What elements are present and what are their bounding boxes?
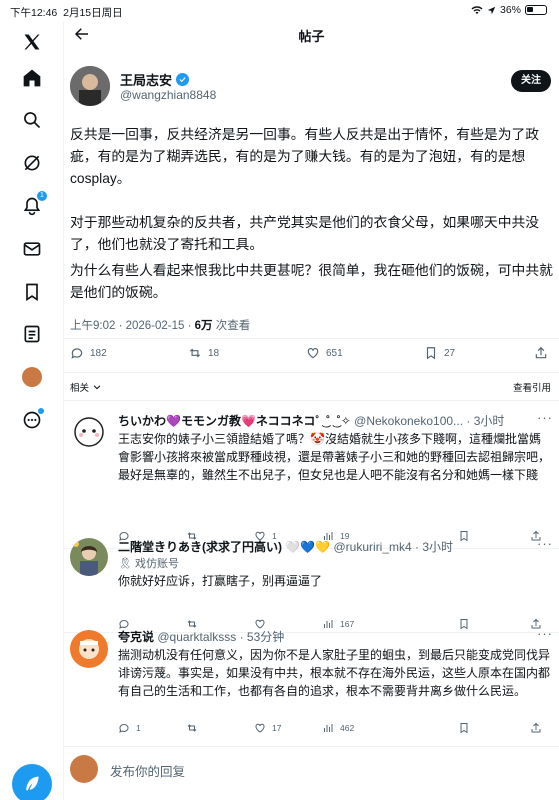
status-bar: 下午12:46 2月15日周日 36%: [0, 0, 559, 22]
reply-text: 揣测动机没有任何意义，因为你不是人家肚子里的蛔虫，到最后只能变成党同伐异诽谤污蔑…: [118, 648, 551, 698]
reply-icon: [71, 348, 83, 359]
author-name[interactable]: 王局志安: [120, 70, 190, 89]
reply-author-handle[interactable]: @Nekokoneko100... · 3小时: [354, 414, 504, 428]
reply-item[interactable]: 夸克说 @quarktalksss · 53分钟 ··· 揣测动机没有任何意义，…: [64, 626, 559, 740]
reply-author-handle[interactable]: @rukuriri_mk4 · 3小时: [334, 540, 454, 554]
reply-button[interactable]: 1: [118, 722, 141, 734]
reply-author-name[interactable]: 夸克说: [118, 630, 154, 644]
profile-avatar[interactable]: [20, 365, 44, 389]
post-paragraph: 对于那些动机复杂的反共者，共产党其实是他们的衣食父母，如果哪天中共没了，他们也就…: [70, 215, 540, 252]
my-avatar: [70, 755, 98, 783]
bookmark-icon: [426, 347, 436, 360]
repost-button[interactable]: 18: [188, 346, 219, 360]
heart-icon: [307, 348, 319, 359]
repost-button[interactable]: [186, 722, 204, 734]
reply-author-handle[interactable]: @quarktalksss · 53分钟: [157, 630, 284, 644]
more-menu-icon[interactable]: ···: [537, 410, 553, 425]
side-nav: 1: [0, 22, 64, 800]
reply-text: 你就好好应诉，打赢瞎子，别再逼逼了: [118, 574, 323, 588]
reply-avatar[interactable]: [70, 538, 108, 576]
like-button[interactable]: 651: [306, 346, 343, 360]
wifi-icon: [471, 6, 483, 14]
reply-button[interactable]: 182: [70, 346, 107, 360]
grok-icon[interactable]: [20, 151, 44, 175]
reply-icon: [119, 723, 129, 733]
post-header: 王局志安 @wangzhian8848 关注: [70, 66, 555, 108]
follow-button[interactable]: 关注: [511, 70, 551, 92]
feather-icon: [26, 776, 39, 791]
more-menu-icon[interactable]: ···: [537, 626, 553, 641]
post-actions: 182 18 651 27: [70, 346, 550, 364]
reply-avatar[interactable]: [70, 412, 108, 450]
lists-icon[interactable]: [20, 322, 44, 346]
share-icon: [535, 346, 547, 359]
reply-author-name[interactable]: 二階堂きりあき(求求了円高い) 🤍💙💛: [118, 540, 330, 554]
home-icon[interactable]: [20, 66, 44, 90]
reply-composer: 发布你的回复: [64, 746, 559, 800]
author-avatar[interactable]: [70, 66, 110, 106]
search-icon[interactable]: [20, 108, 44, 132]
bookmarks-icon[interactable]: [20, 280, 44, 304]
related-sort-dropdown[interactable]: 相关: [70, 380, 102, 394]
parody-account-label: 🎗 戏仿账号: [118, 558, 180, 570]
more-options-icon[interactable]: [20, 408, 44, 432]
bookmark-icon: [460, 723, 468, 734]
battery-percent: 36%: [499, 4, 521, 16]
reply-item[interactable]: ちいかわ💜モモンガ教💗ネココネコ˚ ͜ ˚ ͜ ˚✧ @Nekokoneko10…: [64, 410, 559, 542]
share-icon: [531, 722, 541, 733]
location-icon: [487, 6, 496, 14]
status-time: 下午12:46 2月15日周日: [10, 7, 123, 19]
compose-post-button[interactable]: [12, 764, 52, 800]
repost-icon: [187, 724, 197, 732]
notifications-icon[interactable]: 1: [20, 191, 47, 218]
post-paragraph: 为什么有些人看起来恨我比中共更甚呢？很简单，我在砸他们的饭碗，可中共就是他们的饭…: [70, 263, 553, 300]
repost-icon: [189, 348, 201, 358]
like-button[interactable]: 17: [254, 722, 281, 734]
bookmark-button[interactable]: 27: [424, 346, 455, 360]
main-column: 帖子 王局志安 @wangzhian8848 关注 反共是一回事，反共经济是另一…: [64, 22, 559, 800]
notification-badge: 1: [37, 191, 47, 201]
bookmark-button[interactable]: [458, 722, 470, 734]
reply-text: 王志安你的婊子小三領證結婚了嗎？🤡沒結婚就生小孩多下賤啊，這種爛批當媽會影響小孩…: [118, 432, 551, 482]
view-count: 6万: [194, 320, 213, 332]
x-logo-icon[interactable]: [20, 30, 44, 54]
post-meta: 上午9:02 · 2026-02-15 · 6万 次查看: [70, 320, 251, 332]
share-button[interactable]: [530, 722, 542, 734]
reply-item[interactable]: 二階堂きりあき(求求了円高い) 🤍💙💛 @rukuriri_mk4 · 3小时 …: [64, 536, 559, 630]
battery-icon: [525, 5, 547, 15]
messages-icon[interactable]: [20, 237, 44, 261]
views-icon: [324, 724, 333, 732]
post-timestamp[interactable]: 上午9:02 · 2026-02-15 ·: [70, 320, 195, 332]
reply-avatar[interactable]: [70, 630, 108, 668]
chevron-down-icon: [93, 385, 101, 390]
verified-badge-icon: [176, 73, 190, 86]
more-menu-icon[interactable]: ···: [537, 536, 553, 551]
views-button[interactable]: 462: [322, 722, 354, 734]
reply-input[interactable]: 发布你的回复: [110, 761, 185, 780]
reply-author-name[interactable]: ちいかわ💜モモンガ教💗ネココネコ˚ ͜ ˚ ͜ ˚✧: [118, 414, 351, 428]
heart-icon: [255, 723, 265, 733]
top-bar: 帖子: [64, 22, 559, 44]
page-title: 帖子: [298, 29, 325, 44]
reply-actions: 1 17 462: [118, 722, 548, 740]
view-quotes-link[interactable]: 查看引用: [513, 380, 551, 394]
author-handle[interactable]: @wangzhian8848: [120, 88, 216, 102]
post-paragraph: 反共是一回事，反共经济是另一回事。有些人反共是出于情怀，有些是为了政疵，有的是为…: [70, 127, 540, 186]
share-button[interactable]: [534, 346, 548, 360]
